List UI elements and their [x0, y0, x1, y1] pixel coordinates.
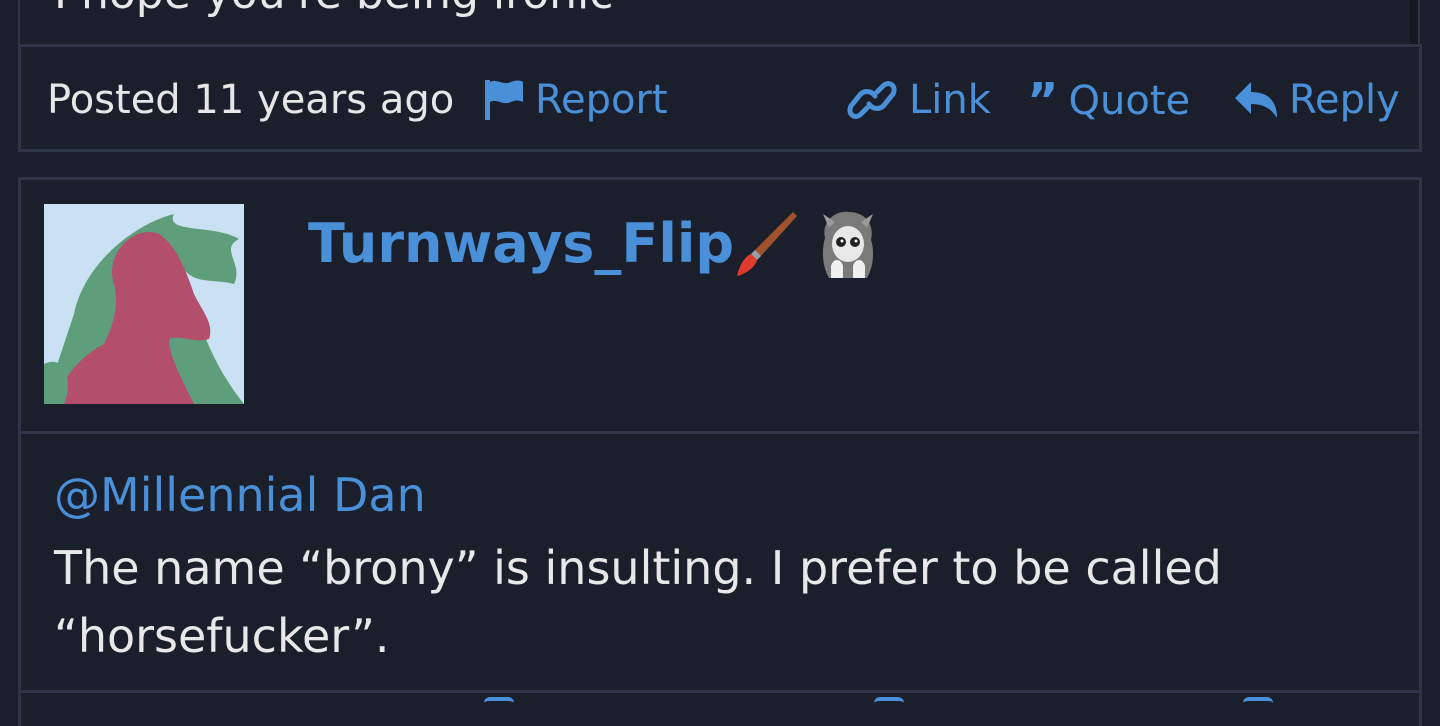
post-text-line-1: The name “brony” is insulting. I prefer … — [54, 541, 1222, 595]
quote-link[interactable]: ” Quote — [1027, 77, 1190, 125]
pony-silhouette-icon — [44, 204, 244, 404]
link-link[interactable]: Link — [845, 77, 991, 123]
post-header: Turnways_Flip — [21, 180, 1419, 434]
post-text-line-2: “horsefucker”. — [54, 609, 390, 663]
user-mention-link[interactable]: @Millennial Dan — [54, 468, 426, 522]
reply-arrow-icon — [1233, 80, 1279, 120]
report-link[interactable]: Report — [483, 77, 668, 123]
previous-post-body: I hope you're being ironic — [18, 0, 1420, 44]
comment-thread: I hope you're being ironic Posted 11 yea… — [0, 0, 1440, 726]
reply-label: Reply — [1289, 77, 1400, 123]
flag-icon[interactable] — [484, 697, 514, 713]
comment-post: Turnways_Flip @Millennial Dan The name “… — [18, 177, 1422, 726]
previous-post-footer: Posted 11 years ago Report Link ” Quote — [18, 44, 1422, 152]
post-body: @Millennial Dan The name “brony” is insu… — [21, 434, 1419, 693]
quote-label: Quote — [1068, 78, 1191, 124]
chain-link-icon — [845, 78, 899, 122]
pony-badge-icon — [815, 208, 881, 284]
previous-post-text: I hope you're being ironic — [54, 0, 613, 19]
reply-arrow-icon[interactable] — [1243, 697, 1273, 713]
avatar[interactable] — [44, 204, 244, 404]
post-footer — [21, 693, 1419, 726]
quote-icon: ” — [1027, 73, 1059, 129]
reply-link[interactable]: Reply — [1233, 77, 1400, 123]
posted-timestamp: Posted 11 years ago — [47, 77, 455, 123]
chain-link-icon[interactable] — [874, 697, 904, 713]
link-label: Link — [909, 77, 991, 123]
post-text: The name “brony” is insulting. I prefer … — [54, 534, 1354, 670]
scrollbar[interactable] — [1410, 0, 1418, 44]
report-label: Report — [535, 77, 668, 123]
flag-icon — [483, 78, 525, 122]
username[interactable]: Turnways_Flip — [308, 212, 734, 275]
paintbrush-icon — [735, 208, 801, 284]
